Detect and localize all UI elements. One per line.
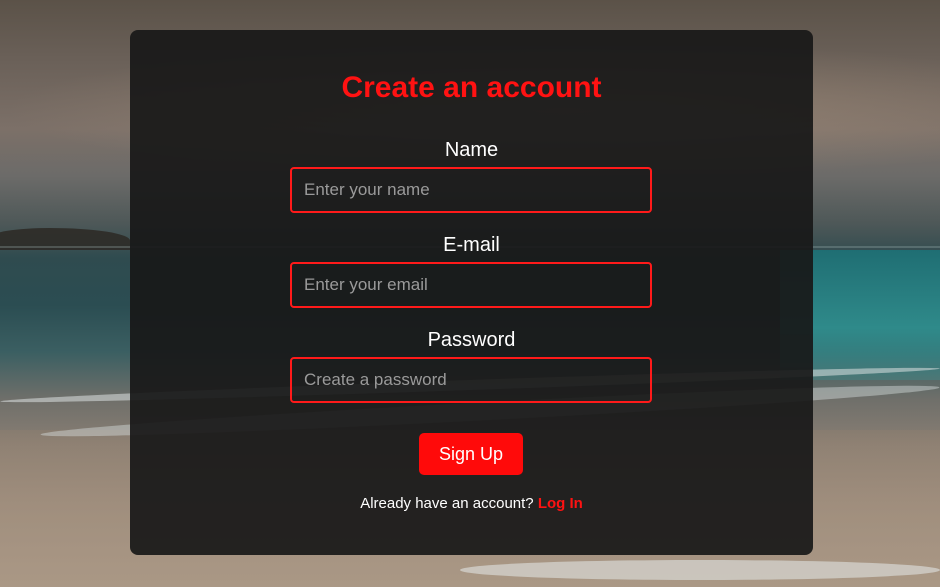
- email-label: E-mail: [443, 234, 500, 256]
- sign-up-button[interactable]: Sign Up: [419, 433, 523, 475]
- log-in-link[interactable]: Log In: [538, 495, 583, 512]
- name-label: Name: [444, 139, 499, 161]
- signup-card: Create an account Name E-mail Password S…: [130, 30, 813, 555]
- name-input[interactable]: [290, 167, 652, 213]
- page-title: Create an account: [341, 71, 602, 104]
- login-prompt: Already have an account? Log In: [130, 495, 813, 513]
- login-prompt-text: Already have an account?: [360, 495, 534, 512]
- password-input[interactable]: [290, 357, 652, 403]
- email-input[interactable]: [290, 262, 652, 308]
- wave-foam: [460, 560, 940, 580]
- password-label: Password: [427, 329, 516, 351]
